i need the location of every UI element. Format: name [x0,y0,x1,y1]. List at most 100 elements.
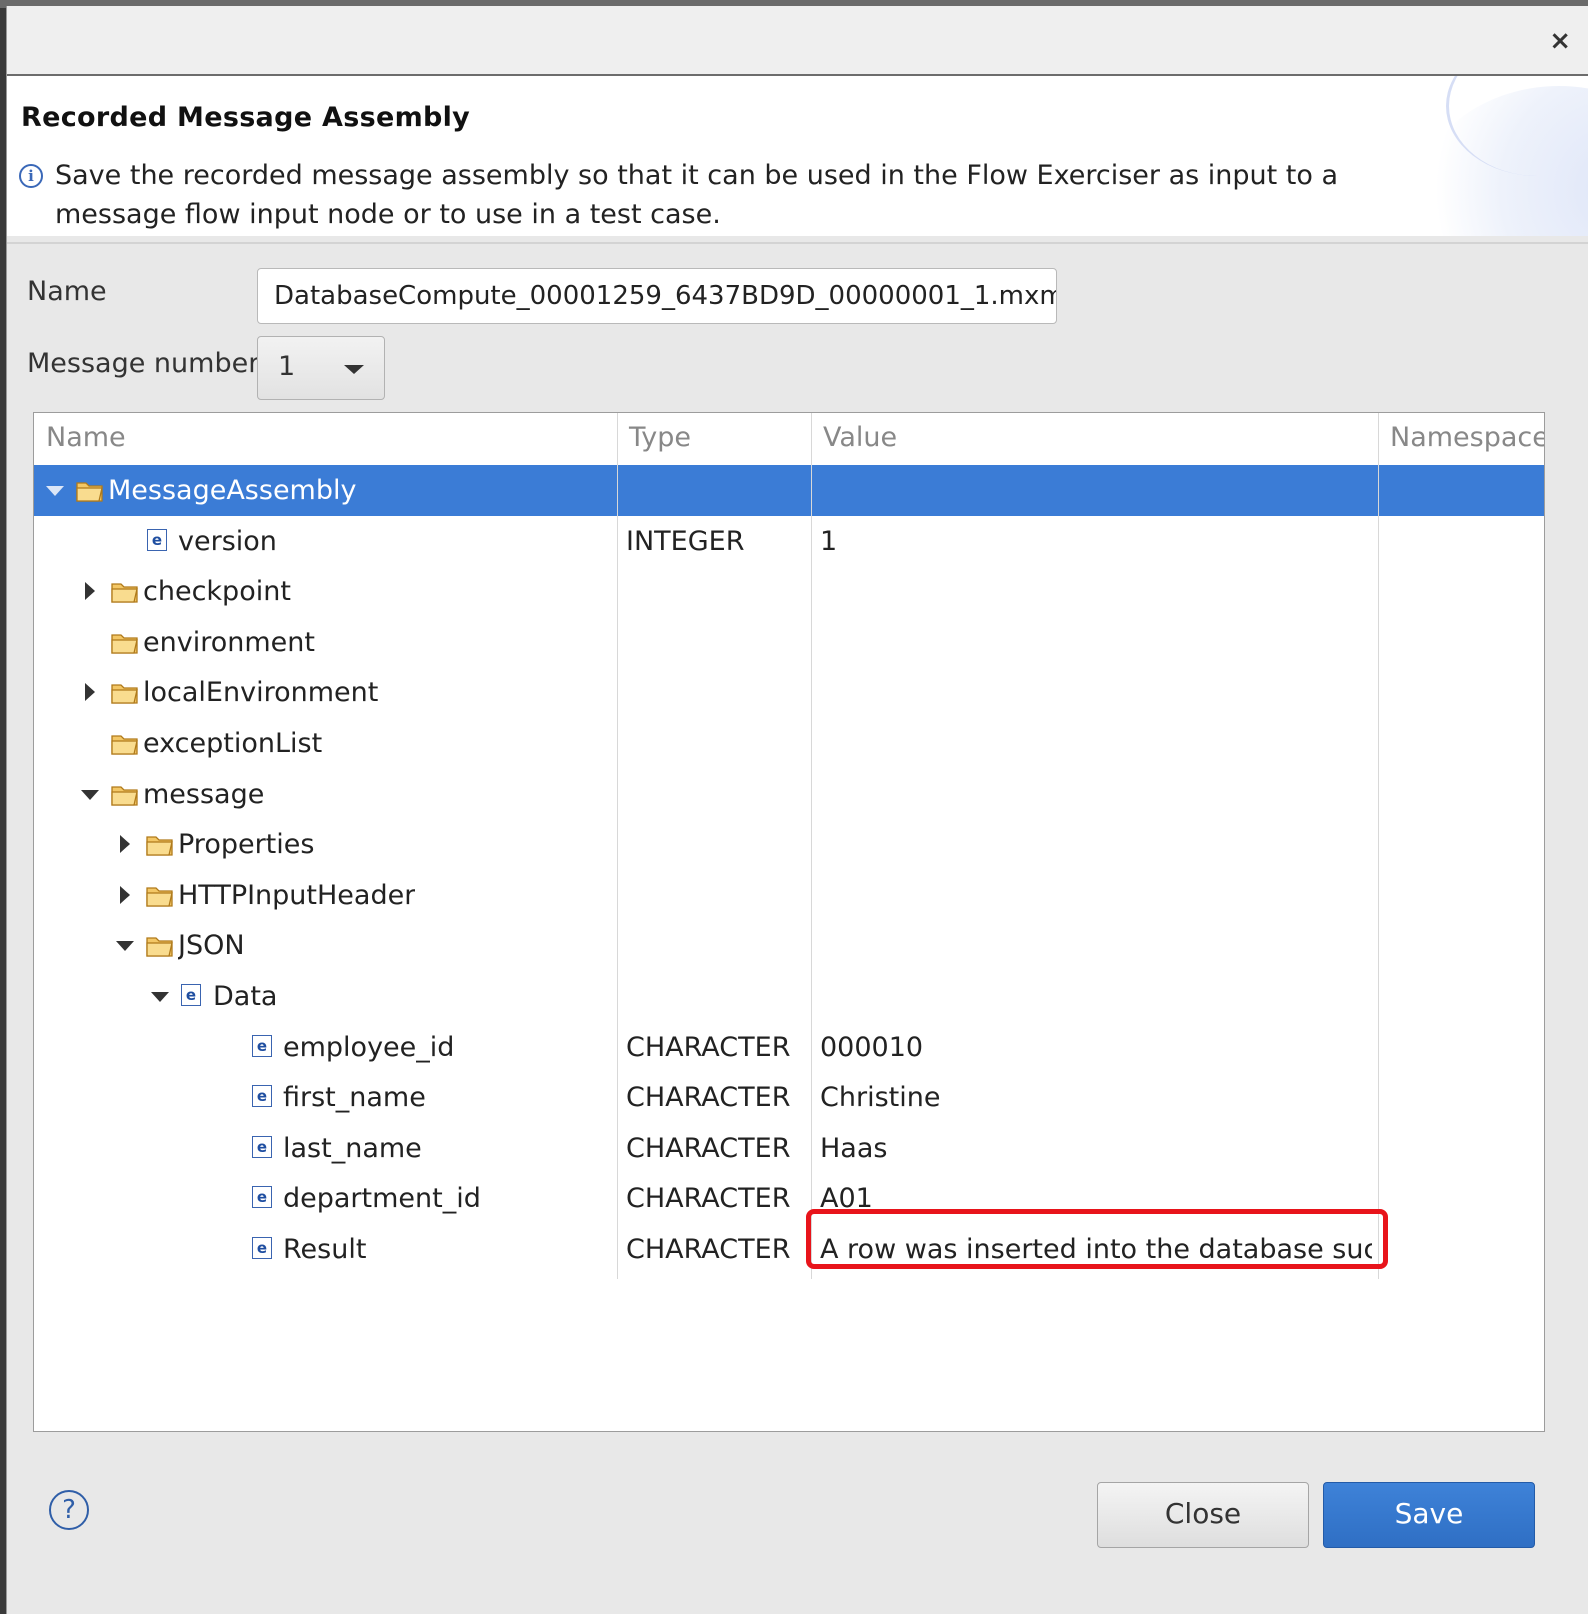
tree-cell-value[interactable] [820,718,1372,769]
message-number-label: Message number [27,348,260,379]
tree-row[interactable]: message [34,769,1544,820]
column-divider[interactable] [811,413,812,1279]
tree-row[interactable]: MessageAssembly [34,465,1544,516]
tree-cell-value[interactable]: 1 [820,516,1372,567]
tree-cell-name: employee_id [283,1031,455,1063]
tree-cell-type: INTEGER [626,525,745,557]
name-input[interactable]: DatabaseCompute_00001259_6437BD9D_000000… [257,268,1057,324]
tree-cell-type [626,718,806,769]
folder-icon [111,680,139,705]
help-icon[interactable]: ? [49,1490,89,1530]
tree-cell-type [626,819,806,870]
tree-cell-value[interactable] [820,617,1372,668]
tree-cell-name: version [178,525,277,557]
tree-row[interactable]: e Data [34,971,1544,1022]
tree-cell-name: exceptionList [143,728,323,759]
tree-row[interactable]: Properties [34,819,1544,870]
tree-row[interactable]: environment [34,617,1544,668]
column-header-type[interactable]: Type [617,413,811,465]
tree-row[interactable]: exceptionList [34,718,1544,769]
tree-row[interactable]: HTTPInputHeader [34,870,1544,921]
tree-cell-type: CHARACTER [626,1234,791,1265]
tree-row[interactable]: checkpoint [34,566,1544,617]
expand-open-icon[interactable] [116,920,134,971]
chevron-down-icon [81,789,99,800]
tree-cell-name: HTTPInputHeader [178,879,416,911]
element-icon: e [252,1135,272,1158]
tree-cell-value[interactable] [820,667,1372,718]
tree-cell-type: CHARACTER [626,1183,791,1215]
tree-cell-type: CHARACTER [626,1132,791,1164]
chevron-right-icon [120,885,130,904]
column-header-value[interactable]: Value [811,413,1378,465]
expand-open-icon[interactable] [46,465,64,516]
save-button[interactable]: Save [1323,1482,1535,1548]
folder-icon [146,832,174,856]
expand-closed-icon[interactable] [116,870,132,921]
tree-cell-value[interactable] [820,769,1372,820]
column-header-namespace[interactable]: Namespace [1378,413,1544,465]
expand-closed-icon[interactable] [116,819,132,870]
header-separator [7,242,1588,244]
tree-cell-type [626,971,806,1022]
tree-row[interactable]: JSON [34,920,1544,971]
element-icon: e [252,1085,272,1108]
tree-cell-type: CHARACTER [626,1031,791,1063]
recorded-message-assembly-dialog: × Recorded Message Assembly i Save the r… [6,6,1588,1614]
tree-cell-value[interactable] [820,566,1372,617]
tree-cell-type [626,870,806,921]
tree-row[interactable]: e version INTEGER 1 [34,516,1544,567]
tree-cell-value[interactable] [820,819,1372,870]
expand-closed-icon[interactable] [81,566,97,617]
column-divider[interactable] [1378,413,1379,1279]
column-header-name[interactable]: Name [34,413,617,465]
element-icon: e [147,528,167,551]
tree-cell-type [626,920,806,971]
expand-open-icon[interactable] [151,971,169,1022]
tree-row[interactable]: e first_name CHARACTER Christine [34,1072,1544,1123]
tree-cell-type [626,667,806,718]
expand-open-icon[interactable] [81,769,99,820]
tree-cell-value[interactable]: 000010 [820,1022,1372,1073]
tree-cell-name: environment [143,626,315,658]
tree-cell-name: Result [283,1234,367,1265]
chevron-right-icon [120,835,130,854]
chevron-down-icon [116,941,134,952]
tree-cell-name: MessageAssembly [108,475,357,506]
tree-row[interactable]: localEnvironment [34,667,1544,718]
chevron-right-icon [85,683,95,702]
tree-cell-value[interactable] [820,971,1372,1022]
message-number-dropdown[interactable]: 1 [257,336,385,400]
folder-icon [111,579,139,603]
column-divider[interactable] [617,413,618,1279]
close-icon[interactable]: × [1549,28,1571,54]
tree-cell-type [626,769,806,820]
tree-cell-type: CHARACTER [626,1082,791,1114]
expand-closed-icon[interactable] [81,667,97,718]
tree-cell-value[interactable]: Christine [820,1072,1372,1123]
tree-cell-name: localEnvironment [143,677,379,709]
info-icon: i [19,164,43,188]
folder-icon [111,630,139,654]
chevron-down-icon [344,365,364,374]
tree-cell-value[interactable] [820,870,1372,921]
tree-cell-value[interactable]: Haas [820,1123,1372,1174]
tree-row[interactable]: e employee_id CHARACTER 000010 [34,1022,1544,1073]
close-button[interactable]: Close [1097,1482,1309,1548]
dialog-titlebar: × [7,6,1588,76]
tree-cell-name: checkpoint [143,576,291,608]
dialog-header: Recorded Message Assembly i Save the rec… [7,76,1588,236]
element-icon: e [252,1186,272,1209]
tree-cell-name: Properties [178,829,315,861]
tree-cell-value[interactable] [820,465,1372,516]
folder-icon [111,782,139,806]
tree-cell-value[interactable] [820,920,1372,971]
element-icon: e [252,1237,272,1259]
chevron-down-icon [46,486,64,496]
tree-cell-name: last_name [283,1132,422,1164]
tree-cell-type [626,465,806,516]
folder-icon [76,478,104,502]
tree-cell-name: department_id [283,1183,481,1215]
message-tree-table[interactable]: Name Type Value Namespace MessageAssembl… [33,412,1545,1432]
tree-row[interactable]: e last_name CHARACTER Haas [34,1123,1544,1174]
